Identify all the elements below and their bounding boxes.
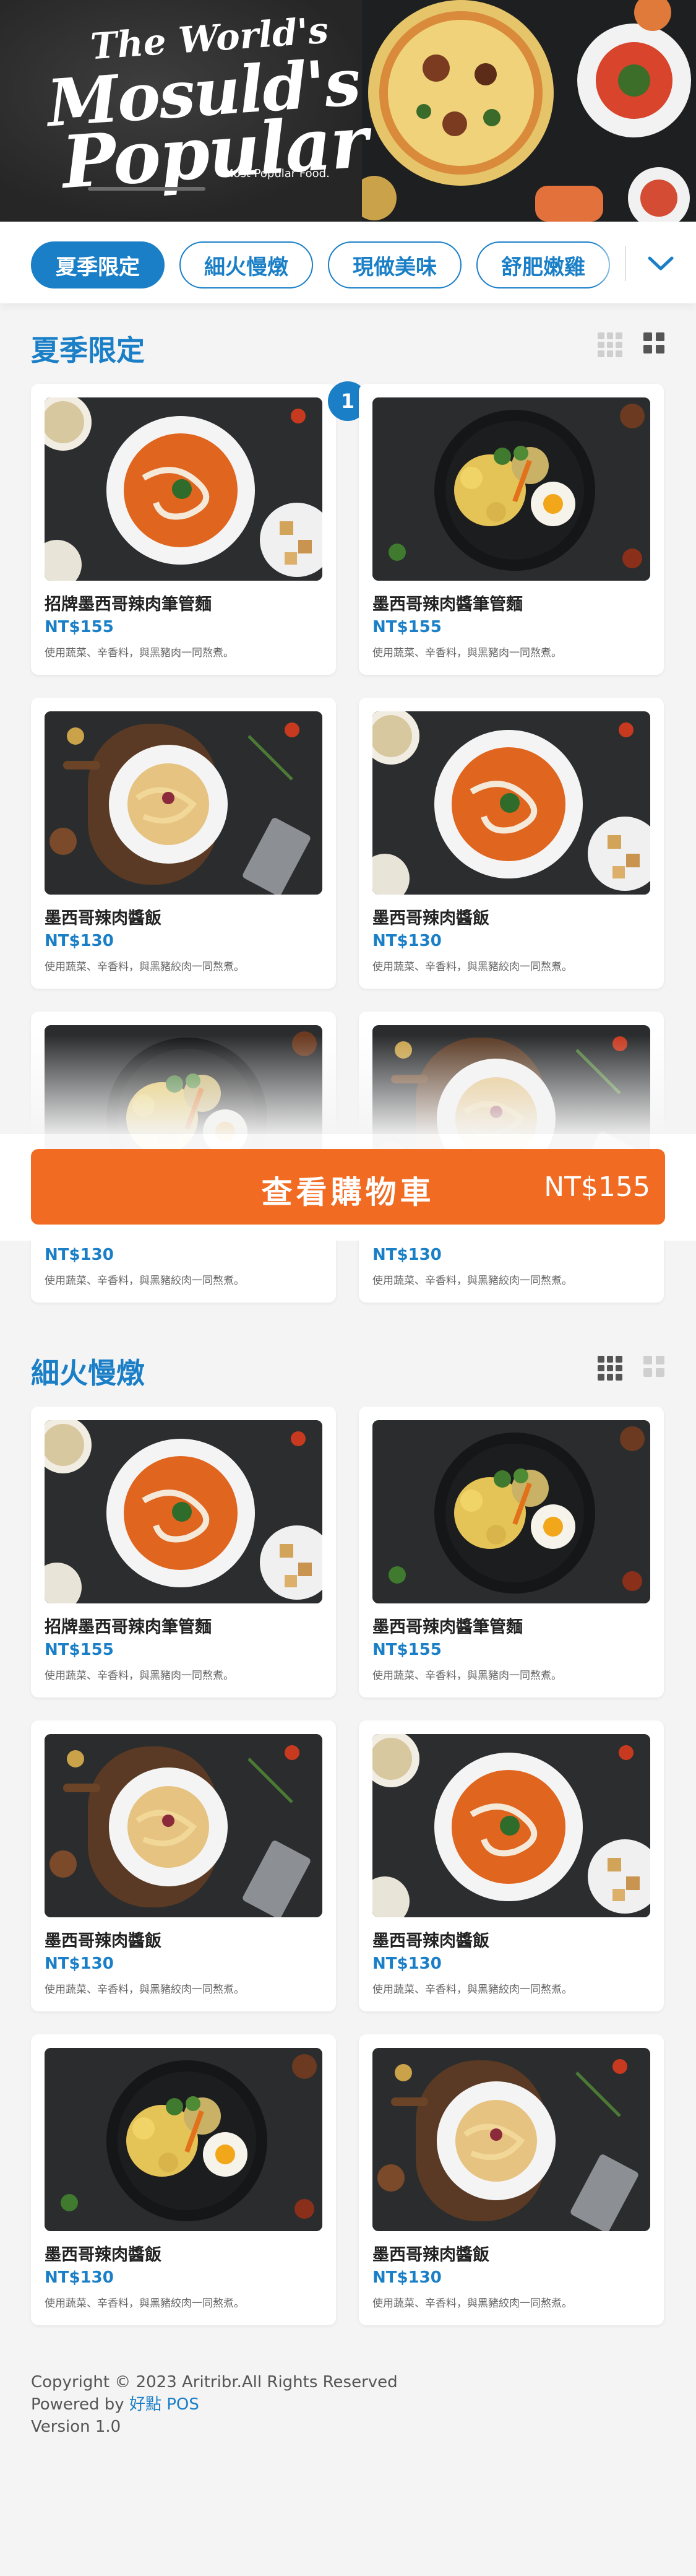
product-price: NT$130: [372, 2268, 442, 2287]
product-name: 墨西哥辣肉醬筆管麵: [372, 1618, 523, 1637]
cart-fade-overlay: [0, 1035, 696, 1134]
section-title-slow-cooked: 細火慢燉: [31, 1356, 145, 1390]
product-description: 使用蔬菜、辛香料，與黑豬絞肉一同熬煮。: [45, 1984, 244, 1996]
product-description: 使用蔬菜、辛香料，與黑豬絞肉一同熬煮。: [45, 1275, 244, 1287]
hero-food-image: [362, 0, 696, 222]
category-divider: [625, 246, 626, 281]
category-tab-summer[interactable]: 夏季限定: [31, 241, 165, 288]
product-image: [372, 2048, 650, 2231]
product-description: 使用蔬菜、辛香料，與黑豬絞肉一同熬煮。: [372, 2297, 572, 2310]
category-nav: 夏季限定 細火慢燉 現做美味 舒肥嫩雞: [0, 222, 696, 303]
category-tab-sous-vide-chicken[interactable]: 舒肥嫩雞: [476, 241, 610, 288]
product-description: 使用蔬菜、辛香料，與黑豬肉一同熬煮。: [45, 647, 234, 659]
hero-divider: [88, 187, 205, 191]
product-image: [372, 397, 650, 581]
footer: Copyright © 2023 Aritribr.All Rights Res…: [31, 2371, 398, 2438]
cart-total: NT$155: [544, 1171, 650, 1203]
grid-2-view-icon[interactable]: [643, 332, 664, 353]
product-name: 招牌墨西哥辣肉筆管麵: [45, 595, 212, 614]
brand-logo: The World's Mosuld's Popular Most Popula…: [37, 9, 369, 205]
product-card[interactable]: 墨西哥辣肉醬飯 NT$130 使用蔬菜、辛香料，與黑豬絞肉一同熬煮。: [359, 1720, 664, 2011]
product-name: 招牌墨西哥辣肉筆管麵: [45, 1618, 212, 1637]
product-image: [45, 2048, 322, 2231]
product-name: 墨西哥辣肉醬飯: [45, 909, 161, 928]
product-description: 使用蔬菜、辛香料，與黑豬絞肉一同熬煮。: [372, 1275, 572, 1287]
category-tab-freshly-made[interactable]: 現做美味: [328, 241, 462, 288]
product-card[interactable]: 墨西哥辣肉醬飯 NT$130 使用蔬菜、辛香料，與黑豬絞肉一同熬煮。: [359, 2034, 664, 2325]
product-card[interactable]: 墨西哥辣肉醬筆管麵 NT$155 使用蔬菜、辛香料，與黑豬肉一同熬煮。: [359, 384, 664, 675]
cart-bar: 查看購物車 NT$155: [0, 1134, 696, 1241]
product-image: [45, 1734, 322, 1917]
logo-tagline: Most Popular Food.: [224, 167, 330, 180]
product-price: NT$155: [372, 618, 442, 636]
grid-2-view-icon[interactable]: [643, 1356, 664, 1377]
product-description: 使用蔬菜、辛香料，與黑豬絞肉一同熬煮。: [372, 961, 572, 973]
product-price: NT$155: [372, 1641, 442, 1659]
grid-3-view-icon[interactable]: [598, 1356, 622, 1381]
product-price: NT$130: [45, 1954, 114, 1973]
product-description: 使用蔬菜、辛香料，與黑豬肉一同熬煮。: [45, 1670, 234, 1682]
product-name: 墨西哥辣肉醬飯: [45, 1932, 161, 1951]
product-card[interactable]: 墨西哥辣肉醬飯 NT$130 使用蔬菜、辛香料，與黑豬絞肉一同熬煮。: [31, 1720, 336, 2011]
product-description: 使用蔬菜、辛香料，與黑豬絞肉一同熬煮。: [45, 2297, 244, 2310]
product-image: [372, 1420, 650, 1603]
hero-banner: The World's Mosuld's Popular Most Popula…: [0, 0, 696, 222]
product-image: [45, 397, 322, 581]
version-text: Version 1.0: [31, 2418, 121, 2436]
product-name: 墨西哥辣肉醬飯: [372, 1932, 489, 1951]
product-image: [372, 1734, 650, 1917]
product-card[interactable]: 墨西哥辣肉醬筆管麵 NT$155 使用蔬菜、辛香料，與黑豬肉一同熬煮。: [359, 1407, 664, 1698]
chevron-down-icon[interactable]: [643, 240, 678, 287]
product-price: NT$155: [45, 1641, 114, 1659]
product-price: NT$130: [45, 1246, 114, 1264]
product-image: [45, 1420, 322, 1603]
product-name: 墨西哥辣肉醬飯: [372, 909, 489, 928]
product-card[interactable]: 招牌墨西哥辣肉筆管麵 NT$155 使用蔬菜、辛香料，與黑豬肉一同熬煮。: [31, 1407, 336, 1698]
product-price: NT$130: [45, 2268, 114, 2287]
product-card[interactable]: 招牌墨西哥辣肉筆管麵 NT$155 使用蔬菜、辛香料，與黑豬肉一同熬煮。 1: [31, 381, 367, 675]
category-scroll-fade: [594, 222, 626, 303]
product-image: [45, 711, 322, 895]
product-card[interactable]: 墨西哥辣肉醬飯 NT$130 使用蔬菜、辛香料，與黑豬絞肉一同熬煮。: [31, 2034, 336, 2325]
pos-link[interactable]: 好點 POS: [129, 2395, 199, 2414]
product-card[interactable]: 墨西哥辣肉醬飯 NT$130 使用蔬菜、辛香料，與黑豬絞肉一同熬煮。: [31, 698, 336, 989]
powered-by-label: Powered by: [31, 2395, 129, 2414]
product-price: NT$155: [45, 618, 114, 636]
product-image: [372, 711, 650, 895]
product-description: 使用蔬菜、辛香料，與黑豬絞肉一同熬煮。: [45, 961, 244, 973]
view-cart-button[interactable]: 查看購物車 NT$155: [31, 1149, 665, 1225]
product-name: 墨西哥辣肉醬飯: [45, 2245, 161, 2265]
product-description: 使用蔬菜、辛香料，與黑豬絞肉一同熬煮。: [372, 1984, 572, 1996]
category-tab-slow-cooked[interactable]: 細火慢燉: [179, 241, 313, 288]
product-description: 使用蔬菜、辛香料，與黑豬肉一同熬煮。: [372, 647, 562, 659]
product-price: NT$130: [45, 932, 114, 950]
product-name: 墨西哥辣肉醬筆管麵: [372, 595, 523, 614]
product-price: NT$130: [372, 1246, 442, 1264]
product-price: NT$130: [372, 932, 442, 950]
powered-by-line: Powered by 好點 POS: [31, 2393, 398, 2416]
copyright-text: Copyright © 2023 Aritribr.All Rights Res…: [31, 2373, 398, 2392]
product-name: 墨西哥辣肉醬飯: [372, 2245, 489, 2265]
product-description: 使用蔬菜、辛香料，與黑豬肉一同熬煮。: [372, 1670, 562, 1682]
section-title-summer: 夏季限定: [31, 334, 145, 367]
product-card[interactable]: 墨西哥辣肉醬飯 NT$130 使用蔬菜、辛香料，與黑豬絞肉一同熬煮。: [359, 698, 664, 989]
grid-3-view-icon[interactable]: [598, 332, 622, 357]
product-price: NT$130: [372, 1954, 442, 1973]
